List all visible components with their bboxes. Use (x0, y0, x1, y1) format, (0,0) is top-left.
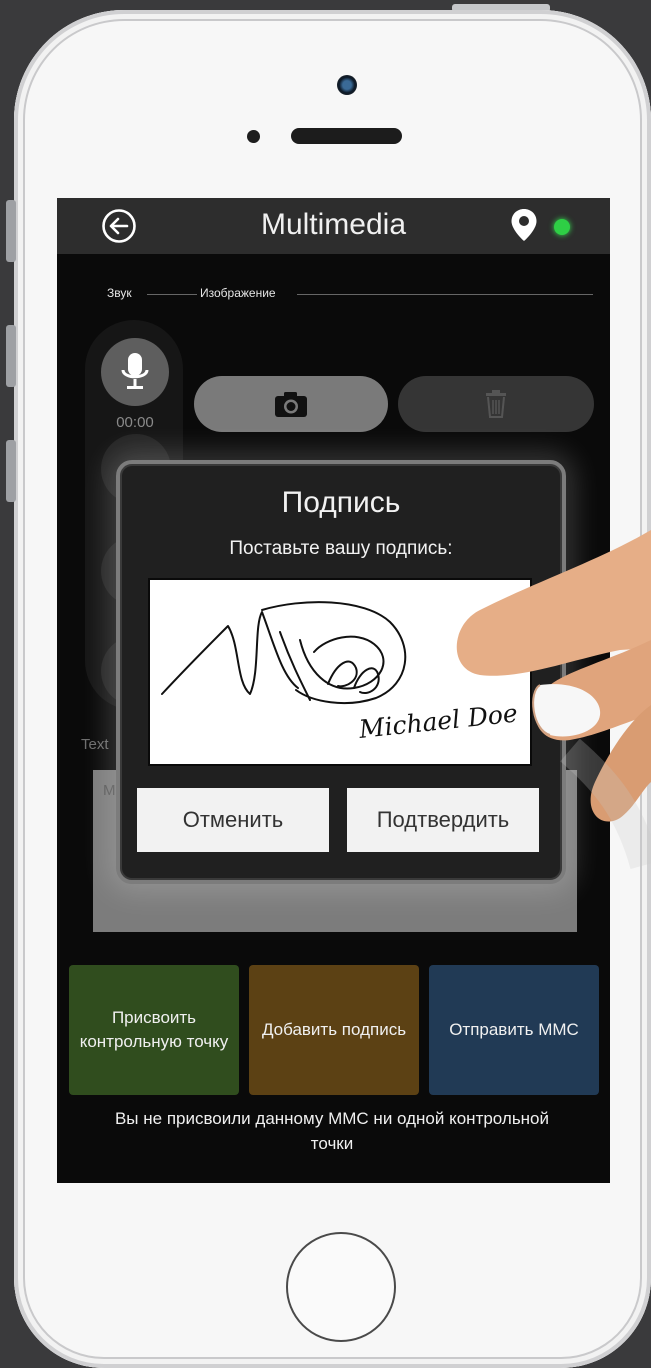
media-tabs: Звук Изображение (57, 286, 610, 306)
tab-image[interactable]: Изображение (200, 286, 276, 300)
volume-down-button (6, 440, 16, 502)
camera-icon (275, 392, 307, 417)
tab-divider (147, 294, 197, 295)
location-pin-icon[interactable] (510, 208, 538, 242)
record-timer: 00:00 (116, 414, 154, 431)
top-bar: Multimedia (57, 198, 610, 254)
trash-icon (486, 390, 506, 418)
earpiece-speaker (291, 128, 402, 144)
checkpoint-warning: Вы не присвоили данному MMC ни одной кон… (114, 1109, 550, 1153)
status-indicator (554, 219, 570, 235)
assign-checkpoint-button[interactable]: Присвоить контрольную точку (69, 965, 239, 1095)
home-button[interactable] (286, 1232, 396, 1342)
text-section-label: Text (81, 736, 109, 753)
pointing-hand-icon (456, 530, 651, 870)
tab-divider (297, 294, 593, 295)
mute-switch (6, 200, 16, 262)
message-placeholder: M (103, 782, 116, 799)
proximity-sensor (247, 130, 260, 143)
dialog-title: Подпись (281, 486, 401, 519)
front-camera (337, 75, 357, 95)
send-mms-button[interactable]: Отправить MMC (429, 965, 599, 1095)
microphone-icon (121, 353, 149, 389)
tab-sound[interactable]: Звук (107, 286, 132, 300)
delete-photo-button[interactable] (398, 376, 594, 432)
add-signature-button[interactable]: Добавить подпись (249, 965, 419, 1095)
cancel-button[interactable]: Отменить (137, 788, 329, 852)
take-photo-button[interactable] (194, 376, 388, 432)
record-button[interactable] (101, 338, 169, 406)
volume-up-button (6, 325, 16, 387)
